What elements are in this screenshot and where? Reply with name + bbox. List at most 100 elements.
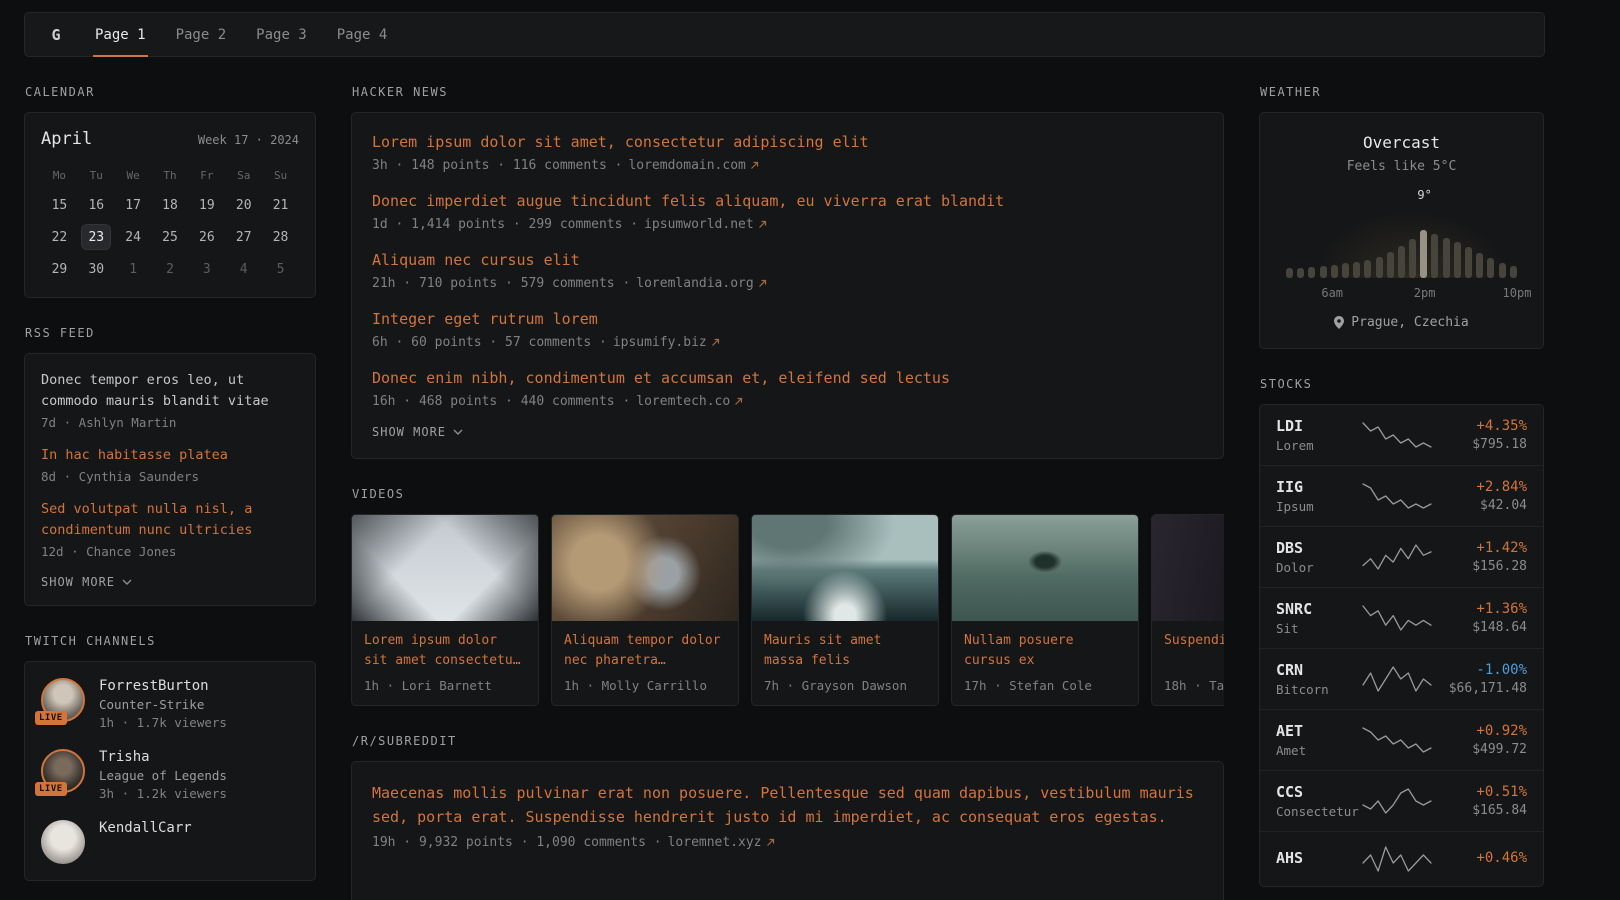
stock-row[interactable]: AHS +0.46% (1260, 831, 1543, 886)
video-title[interactable]: Lorem ipsum dolor sit amet consectetu… (364, 631, 526, 671)
avatar-wrap: LIVE (41, 749, 85, 793)
rss-item-title[interactable]: Sed volutpat nulla nisl, a condimentum n… (41, 499, 299, 541)
reddit-post-title[interactable]: Maecenas mollis pulvinar erat non posuer… (372, 781, 1203, 829)
channel-name[interactable]: Trisha (99, 749, 227, 765)
calendar-day-header: Mo (53, 167, 66, 185)
channel-info: KendallCarr (99, 820, 192, 836)
video-thumbnail[interactable] (552, 515, 738, 621)
rss-item: Sed volutpat nulla nisl, a condimentum n… (41, 499, 299, 559)
stock-row[interactable]: CRN Bitcorn -1.00% $66,171.48 (1260, 648, 1543, 709)
stock-values: +0.51% $165.84 (1432, 784, 1527, 818)
hn-item-title[interactable]: Donec imperdiet augue tincidunt felis al… (372, 191, 1203, 212)
reddit-post-source-link[interactable]: loremnet.xyz (668, 835, 775, 850)
external-link-icon (758, 279, 767, 288)
video-body: Aliquam tempor dolor nec pharetra… 1h · … (552, 621, 738, 705)
video-body: Nullam posuere cursus ex 17h · Stefan Co… (952, 621, 1138, 705)
hn-item-title[interactable]: Donec enim nibh, condimentum et accumsan… (372, 368, 1203, 389)
video-meta: 1h · Lori Barnett (364, 678, 526, 693)
tab-page-2[interactable]: Page 2 (174, 13, 229, 56)
hn-item-meta: 6h · 60 points · 57 comments · ipsumify.… (372, 335, 1203, 350)
video-card: Aliquam tempor dolor nec pharetra… 1h · … (551, 514, 739, 706)
chevron-down-icon (453, 429, 463, 435)
stock-symbol: AHS (1276, 849, 1362, 867)
rss-item-title[interactable]: In hac habitasse platea (41, 445, 299, 466)
hn-item-title[interactable]: Lorem ipsum dolor sit amet, consectetur … (372, 132, 1203, 153)
hn-item-source-link[interactable]: ipsumify.biz (613, 335, 720, 350)
hn-item-title[interactable]: Integer eget rutrum lorem (372, 309, 1203, 330)
stocks-widget: LDI Lorem +4.35% $795.18 IIG Ipsum (1259, 404, 1544, 887)
app-logo[interactable]: G (25, 26, 87, 44)
section-title-rss: RSS FEED (25, 326, 316, 340)
video-thumbnail[interactable] (352, 515, 538, 621)
rss-section: RSS FEED Donec tempor eros leo, ut commo… (24, 326, 316, 606)
calendar-grid: MoTuWeThFrSaSu15161718192021222324252627… (41, 167, 299, 281)
section-title-hackernews: HACKER NEWS (352, 85, 1224, 99)
map-pin-icon (1334, 316, 1344, 329)
stock-row[interactable]: CCS Consectetur +0.51% $165.84 (1260, 770, 1543, 831)
subreddit-section: /R/SUBREDDIT Maecenas mollis pulvinar er… (351, 734, 1224, 900)
weather-bar (1320, 266, 1327, 278)
hn-item-source: ipsumworld.net (644, 217, 754, 232)
calendar-day: 24 (119, 225, 147, 249)
video-thumbnail[interactable] (952, 515, 1138, 621)
weather-bar (1398, 246, 1405, 278)
tab-page-4[interactable]: Page 4 (335, 13, 390, 56)
stock-symbol: AET (1276, 722, 1362, 740)
hn-item-title[interactable]: Aliquam nec cursus elit (372, 250, 1203, 271)
stock-row[interactable]: IIG Ipsum +2.84% $42.04 (1260, 465, 1543, 526)
hn-item: Donec enim nibh, condimentum et accumsan… (372, 368, 1203, 409)
video-thumbnail[interactable] (752, 515, 938, 621)
rss-item-title[interactable]: Donec tempor eros leo, ut commodo mauris… (41, 370, 299, 412)
stock-name: Amet (1276, 743, 1362, 758)
hn-show-more-button[interactable]: SHOW MORE (372, 425, 1203, 439)
hn-item-source: ipsumify.biz (613, 335, 707, 350)
hn-item-source-link[interactable]: loremtech.co (636, 394, 743, 409)
stock-values: +0.92% $499.72 (1432, 723, 1527, 757)
calendar-day: 30 (82, 257, 110, 281)
video-title[interactable]: Aliquam tempor dolor nec pharetra… (564, 631, 726, 671)
stock-price: $499.72 (1432, 742, 1527, 757)
stock-id: SNRC Sit (1276, 600, 1362, 636)
stock-row[interactable]: SNRC Sit +1.36% $148.64 (1260, 587, 1543, 648)
subreddit-widget: Maecenas mollis pulvinar erat non posuer… (351, 761, 1224, 900)
tab-page-3[interactable]: Page 3 (254, 13, 309, 56)
stock-row[interactable]: AET Amet +0.92% $499.72 (1260, 709, 1543, 770)
dashboard-page: G Page 1 Page 2 Page 3 Page 4 CALENDAR A… (0, 0, 1620, 900)
weather-bar (1420, 230, 1427, 278)
channel-name[interactable]: KendallCarr (99, 820, 192, 836)
video-title[interactable]: Nullam posuere cursus ex (964, 631, 1126, 671)
calendar-day: 20 (230, 193, 258, 217)
hn-item-source-link[interactable]: loremdomain.com (628, 158, 758, 173)
calendar-day: 25 (156, 225, 184, 249)
channel-meta: 1h · 1.7k viewers (99, 715, 227, 730)
stock-symbol: LDI (1276, 417, 1362, 435)
weather-bar (1487, 258, 1494, 278)
tab-page-1[interactable]: Page 1 (93, 13, 148, 56)
stock-row[interactable]: LDI Lorem +4.35% $795.18 (1260, 405, 1543, 465)
video-title[interactable]: Mauris sit amet massa felis (764, 631, 926, 671)
hn-item-source-link[interactable]: ipsumworld.net (644, 217, 767, 232)
stock-change: +0.46% (1432, 850, 1527, 866)
stock-id: AET Amet (1276, 722, 1362, 758)
twitch-channel[interactable]: LIVE Trisha League of Legends 3h · 1.2k … (41, 749, 299, 801)
hn-item-source-link[interactable]: loremlandia.org (636, 276, 766, 291)
twitch-channel[interactable]: LIVE ForrestBurton Counter-Strike 1h · 1… (41, 678, 299, 730)
stock-row[interactable]: DBS Dolor +1.42% $156.28 (1260, 526, 1543, 587)
stock-id: AHS (1276, 849, 1362, 870)
stock-name: Sit (1276, 621, 1362, 636)
weather-location: Prague, Czechia (1276, 315, 1527, 330)
calendar-day-selected: 23 (82, 225, 110, 249)
stocks-section: STOCKS LDI Lorem +4.35% $795.18 (1259, 377, 1544, 887)
twitch-channel[interactable]: KendallCarr (41, 820, 299, 864)
video-title[interactable]: Suspendisse diam (1164, 631, 1224, 671)
show-more-label: SHOW MORE (41, 575, 115, 589)
calendar-day: 3 (193, 257, 221, 281)
dashboard-columns: CALENDAR April Week 17 · 2024 MoTuWeThFr… (24, 85, 1545, 900)
top-navigation: G Page 1 Page 2 Page 3 Page 4 (24, 12, 1545, 57)
rss-show-more-button[interactable]: SHOW MORE (41, 575, 299, 589)
stock-values: +1.36% $148.64 (1432, 601, 1527, 635)
weather-bar (1499, 263, 1506, 278)
stock-symbol: CRN (1276, 661, 1362, 679)
video-thumbnail[interactable] (1152, 515, 1224, 621)
channel-name[interactable]: ForrestBurton (99, 678, 227, 694)
